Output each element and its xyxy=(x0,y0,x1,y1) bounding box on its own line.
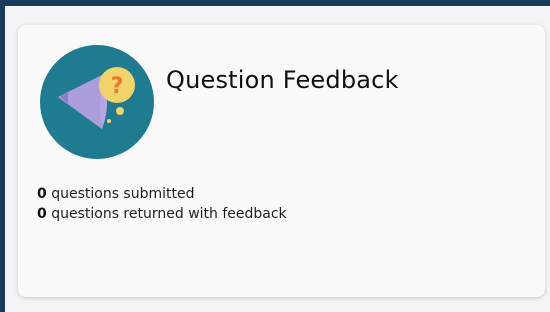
returned-count: 0 xyxy=(37,206,47,222)
stat-submitted: 0 questions submitted xyxy=(37,184,287,204)
stats-list: 0 questions submitted 0 questions return… xyxy=(37,184,287,224)
card-title: Question Feedback xyxy=(166,66,399,94)
submitted-count: 0 xyxy=(37,186,47,202)
stat-returned: 0 questions returned with feedback xyxy=(37,204,287,224)
svg-text:?: ? xyxy=(111,74,124,99)
submitted-label: questions submitted xyxy=(51,186,195,202)
returned-label: questions returned with feedback xyxy=(51,206,287,222)
fish-question-bubble-icon: ? xyxy=(40,45,154,159)
